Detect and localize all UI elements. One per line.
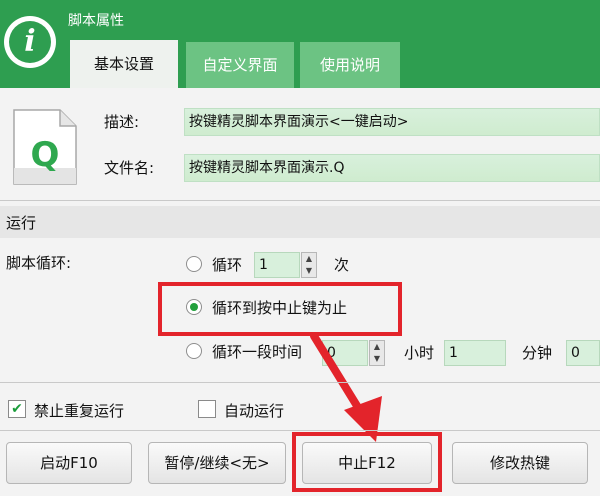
script-file-icon: Q bbox=[10, 108, 80, 186]
no-repeat-checkbox[interactable]: ✔ bbox=[8, 400, 26, 418]
radio-loop-count[interactable] bbox=[186, 256, 202, 272]
start-button[interactable]: 启动F10 bbox=[6, 442, 132, 484]
no-repeat-label: 禁止重复运行 bbox=[34, 402, 125, 420]
divider bbox=[0, 430, 600, 431]
divider bbox=[0, 382, 600, 383]
change-hotkey-button[interactable]: 修改热键 bbox=[452, 442, 588, 484]
run-section-header bbox=[0, 206, 600, 238]
tab-instructions[interactable]: 使用说明 bbox=[300, 42, 400, 88]
red-arrow-icon bbox=[310, 332, 382, 442]
divider bbox=[0, 200, 600, 201]
window-title: 脚本属性 bbox=[68, 13, 124, 29]
description-field[interactable]: 按键精灵脚本界面演示<一键启动> bbox=[184, 108, 600, 136]
tab-custom-interface[interactable]: 自定义界面 bbox=[186, 42, 294, 88]
loop-count-stepper[interactable]: ▲ ▼ bbox=[301, 252, 317, 278]
file-icon-letter: Q bbox=[31, 135, 60, 175]
seconds-input[interactable]: 0 bbox=[566, 340, 600, 366]
radio-loop-count-label: 循环 bbox=[212, 256, 243, 274]
description-label: 描述: bbox=[104, 113, 140, 131]
tab-basic-settings[interactable]: 基本设置 bbox=[70, 40, 178, 88]
auto-run-label: 自动运行 bbox=[224, 402, 285, 420]
filename-label: 文件名: bbox=[104, 159, 155, 177]
loop-label: 脚本循环: bbox=[6, 254, 72, 272]
radio-loop-duration-label: 循环一段时间 bbox=[212, 343, 303, 361]
minutes-input[interactable]: 1 bbox=[444, 340, 506, 366]
stop-button[interactable]: 中止F12 bbox=[302, 442, 432, 484]
info-icon: i bbox=[4, 16, 56, 68]
radio-loop-until-stop-label: 循环到按中止键为止 bbox=[212, 299, 348, 317]
pause-resume-button[interactable]: 暂停/继续<无> bbox=[148, 442, 286, 484]
auto-run-checkbox[interactable] bbox=[198, 400, 216, 418]
run-section-title: 运行 bbox=[6, 214, 37, 232]
radio-loop-until-stop[interactable] bbox=[186, 299, 202, 315]
radio-loop-duration[interactable] bbox=[186, 343, 202, 359]
loop-count-unit: 次 bbox=[334, 256, 350, 274]
loop-count-input[interactable]: 1 bbox=[254, 252, 300, 278]
minutes-unit: 分钟 bbox=[522, 344, 553, 362]
filename-field[interactable]: 按键精灵脚本界面演示.Q bbox=[184, 154, 600, 182]
